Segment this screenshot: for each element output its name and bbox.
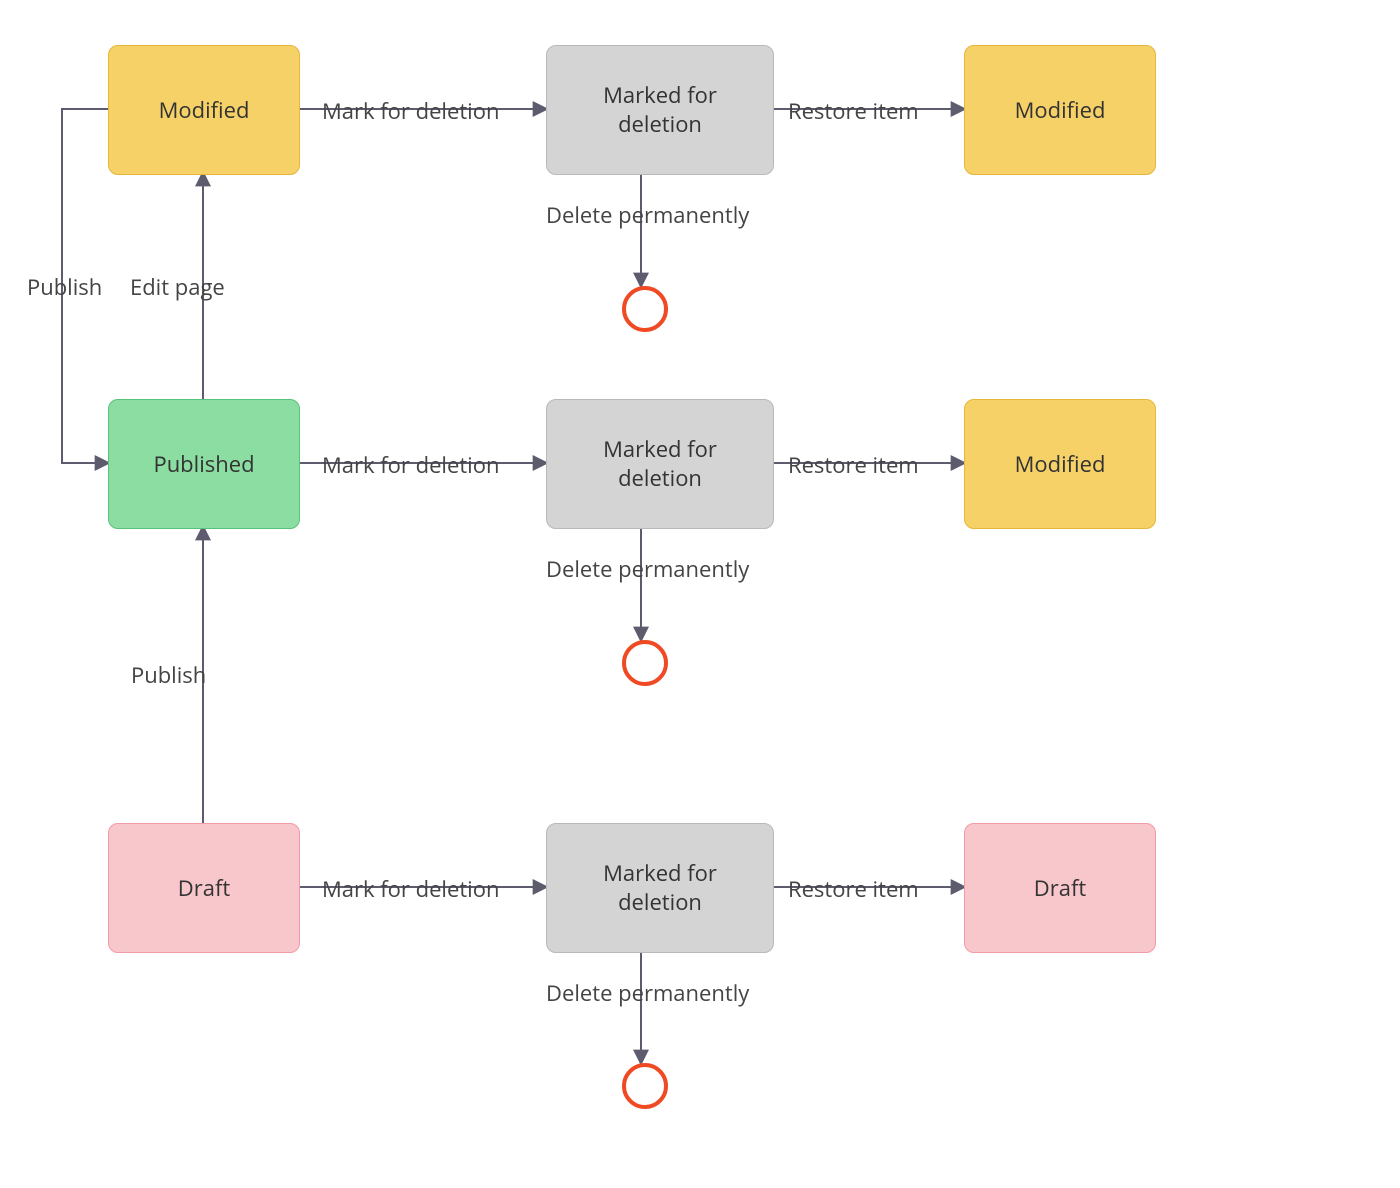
node-label: Modified (1015, 450, 1106, 479)
edges-layer (0, 0, 1400, 1188)
node-marked-b: Marked for deletion (546, 399, 774, 529)
node-modified-1: Modified (108, 45, 300, 175)
node-label: Modified (1015, 96, 1106, 125)
node-label: Marked for deletion (565, 81, 755, 138)
terminal-circle-icon (622, 640, 668, 686)
edge-label-delete-permanently: Delete permanently (546, 978, 749, 1008)
terminal-circle-icon (622, 286, 668, 332)
node-label: Published (153, 450, 254, 479)
node-label: Modified (159, 96, 250, 125)
node-published: Published (108, 399, 300, 529)
edge-label-delete-permanently: Delete permanently (546, 554, 749, 584)
node-modified-a2: Modified (964, 45, 1156, 175)
edge-label-mark-for-deletion: Mark for deletion (322, 96, 499, 126)
terminal-circle-icon (622, 1063, 668, 1109)
edge-label-mark-for-deletion: Mark for deletion (322, 450, 499, 480)
edge-label-restore-item: Restore item (788, 874, 919, 904)
node-marked-a: Marked for deletion (546, 45, 774, 175)
node-label: Marked for deletion (565, 435, 755, 492)
node-modified-b2: Modified (964, 399, 1156, 529)
node-label: Marked for deletion (565, 859, 755, 916)
node-label: Draft (1034, 874, 1086, 903)
edge-label-publish: Publish (131, 660, 206, 690)
node-marked-c: Marked for deletion (546, 823, 774, 953)
edge-label-restore-item: Restore item (788, 450, 919, 480)
edge-label-edit-page: Edit page (130, 272, 225, 302)
diagram-stage: { "canvas": {"width": 1400, "height": 11… (0, 0, 1400, 1188)
edge-label-delete-permanently: Delete permanently (546, 200, 749, 230)
node-draft-2: Draft (964, 823, 1156, 953)
node-draft: Draft (108, 823, 300, 953)
edge-label-restore-item: Restore item (788, 96, 919, 126)
node-label: Draft (178, 874, 230, 903)
edge-label-publish: Publish (27, 272, 102, 302)
edge-label-mark-for-deletion: Mark for deletion (322, 874, 499, 904)
